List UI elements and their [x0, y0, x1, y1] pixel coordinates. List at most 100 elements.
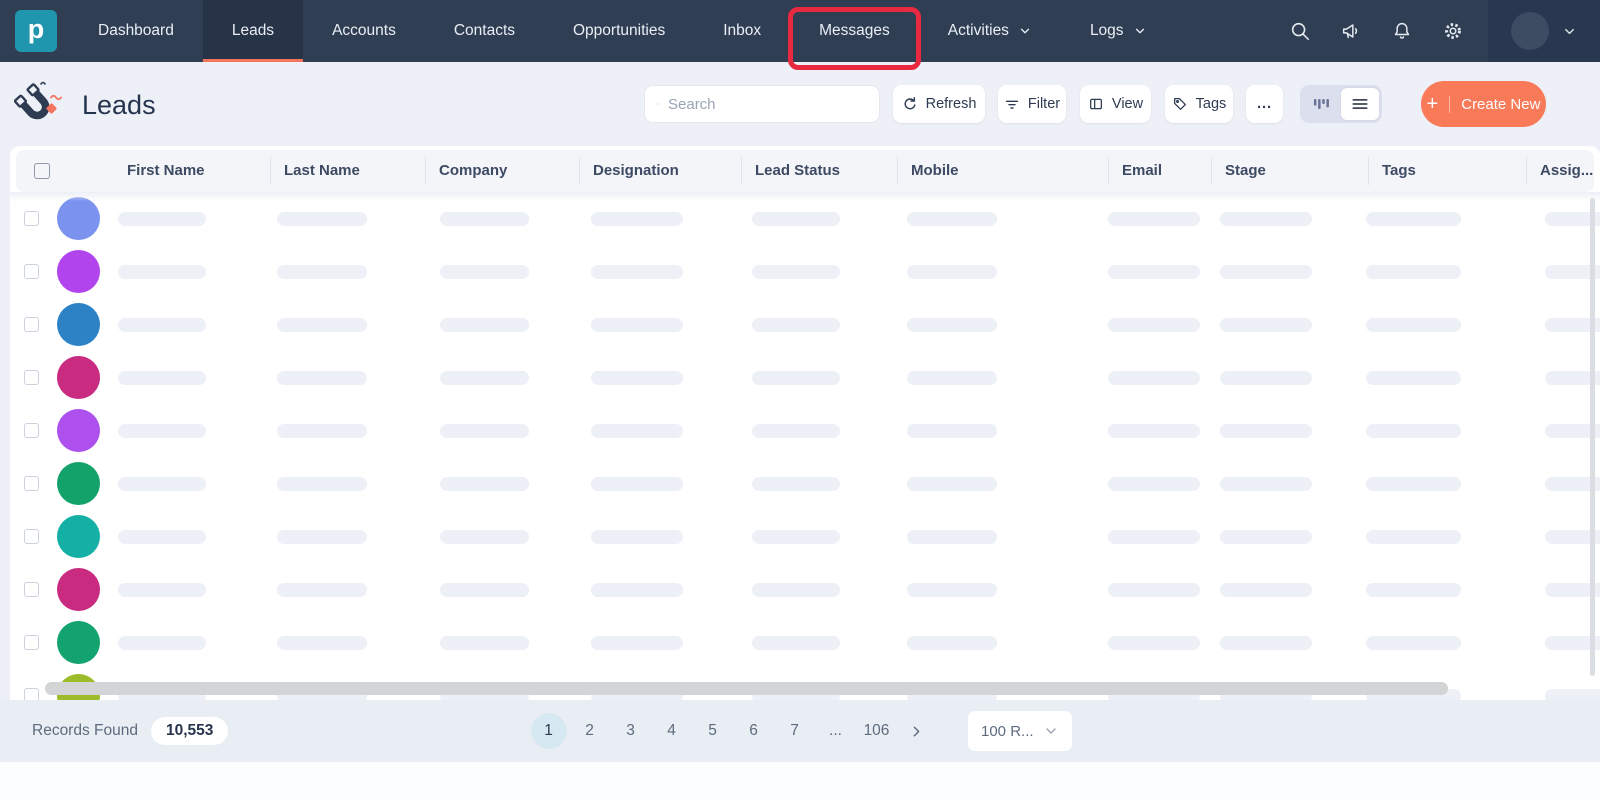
nav-item-accounts[interactable]: Accounts — [303, 0, 425, 62]
skeleton-bar — [118, 265, 206, 279]
column-header[interactable]: Assig... — [1540, 150, 1593, 192]
skeleton-bar — [277, 424, 367, 438]
records-found: Records Found 10,553 — [32, 700, 229, 762]
megaphone-icon[interactable] — [1340, 20, 1362, 42]
bell-icon[interactable] — [1391, 20, 1413, 42]
chevron-down-icon — [1046, 728, 1056, 734]
skeleton-bar — [440, 212, 529, 226]
refresh-button[interactable]: Refresh — [893, 85, 985, 123]
search-input[interactable] — [668, 95, 867, 113]
skeleton-bar — [752, 265, 840, 279]
page-button[interactable]: 2 — [569, 712, 610, 750]
row-checkbox[interactable] — [24, 370, 39, 385]
next-page-button[interactable] — [897, 712, 935, 750]
avatar — [57, 356, 100, 399]
app-logo[interactable]: p — [15, 10, 57, 52]
skeleton-bar — [1220, 424, 1312, 438]
nav-item-leads[interactable]: Leads — [202, 0, 304, 62]
skeleton-bar — [277, 477, 367, 491]
skeleton-bar — [1366, 371, 1461, 385]
row-checkbox[interactable] — [24, 264, 39, 279]
filter-button[interactable]: Filter — [998, 85, 1066, 123]
row-checkbox[interactable] — [24, 582, 39, 597]
column-divider — [1526, 157, 1527, 185]
skeleton-bar — [118, 583, 206, 597]
select-all-checkbox[interactable] — [34, 163, 50, 179]
skeleton-bar — [591, 583, 683, 597]
horizontal-scrollbar[interactable] — [45, 682, 1448, 695]
nav-item-inbox[interactable]: Inbox — [694, 0, 790, 62]
search-icon[interactable] — [1289, 20, 1311, 42]
page-button[interactable]: 106 — [856, 712, 897, 750]
table-row — [10, 298, 1600, 351]
row-checkbox[interactable] — [24, 211, 39, 226]
skeleton-bar — [118, 371, 206, 385]
row-checkbox[interactable] — [24, 476, 39, 491]
nav-item-messages[interactable]: Messages — [790, 0, 919, 62]
skeleton-bar — [1366, 530, 1461, 544]
nav-item-logs[interactable]: Logs — [1061, 0, 1176, 62]
row-checkbox[interactable] — [24, 317, 39, 332]
skeleton-bar — [277, 265, 367, 279]
skeleton-bar — [591, 477, 683, 491]
table-body — [10, 192, 1600, 700]
main-nav: Dashboard Leads Accounts Contacts Opport… — [69, 0, 1176, 62]
column-header[interactable]: Mobile — [911, 150, 959, 192]
more-actions-button[interactable]: ... — [1246, 85, 1283, 123]
skeleton-bar — [118, 530, 206, 544]
kanban-icon — [1313, 99, 1329, 109]
skeleton-bar — [1108, 371, 1200, 385]
row-checkbox[interactable] — [24, 688, 39, 700]
skeleton-bar — [1366, 583, 1461, 597]
table-row — [10, 351, 1600, 404]
list-view-toggle[interactable] — [1340, 87, 1380, 121]
table-row — [10, 192, 1600, 245]
page-button[interactable]: 6 — [733, 712, 774, 750]
row-checkbox[interactable] — [24, 635, 39, 650]
skeleton-bar — [1108, 424, 1200, 438]
chevron-right-icon — [913, 726, 919, 736]
navbar-actions — [1289, 20, 1464, 42]
skeleton-bar — [440, 477, 529, 491]
avatar — [57, 515, 100, 558]
column-header[interactable]: Last Name — [284, 150, 360, 192]
nav-item-opportunities[interactable]: Opportunities — [544, 0, 694, 62]
skeleton-bar — [907, 318, 997, 332]
gear-icon[interactable] — [1442, 20, 1464, 42]
bottom-strip — [0, 762, 1600, 800]
user-menu[interactable] — [1488, 0, 1600, 62]
avatar — [57, 462, 100, 505]
nav-item-activities[interactable]: Activities — [919, 0, 1061, 62]
user-avatar — [1511, 12, 1549, 50]
column-header[interactable]: Email — [1122, 150, 1162, 192]
records-found-label: Records Found — [32, 722, 138, 739]
skeleton-bar — [277, 212, 367, 226]
page-button[interactable]: 4 — [651, 712, 692, 750]
skeleton-bar — [1220, 477, 1312, 491]
row-checkbox[interactable] — [24, 529, 39, 544]
view-button[interactable]: View — [1080, 85, 1151, 123]
nav-item-contacts[interactable]: Contacts — [425, 0, 544, 62]
page-button[interactable]: 5 — [692, 712, 733, 750]
column-divider — [897, 157, 898, 185]
skeleton-bar — [907, 530, 997, 544]
page-button[interactable]: 1 — [530, 713, 567, 749]
view-mode-toggle — [1300, 85, 1382, 123]
column-header[interactable]: Stage — [1225, 150, 1266, 192]
plus-icon: + — [1426, 93, 1439, 115]
nav-item-dashboard[interactable]: Dashboard — [69, 0, 203, 62]
row-checkbox[interactable] — [24, 423, 39, 438]
page-button[interactable]: 7 — [774, 712, 815, 750]
kanban-view-toggle[interactable] — [1302, 87, 1340, 121]
rows-per-page-select[interactable]: 100 R... — [968, 711, 1072, 751]
column-header[interactable]: First Name — [127, 150, 205, 192]
column-header[interactable]: Tags — [1382, 150, 1416, 192]
skeleton-bar — [1220, 583, 1312, 597]
create-new-button[interactable]: + Create New — [1421, 81, 1546, 127]
tags-button[interactable]: Tags — [1165, 85, 1233, 123]
column-header[interactable]: Lead Status — [755, 150, 840, 192]
column-header[interactable]: Designation — [593, 150, 679, 192]
page-button[interactable]: 3 — [610, 712, 651, 750]
column-header[interactable]: Company — [439, 150, 507, 192]
vertical-scrollbar[interactable] — [1590, 198, 1595, 676]
